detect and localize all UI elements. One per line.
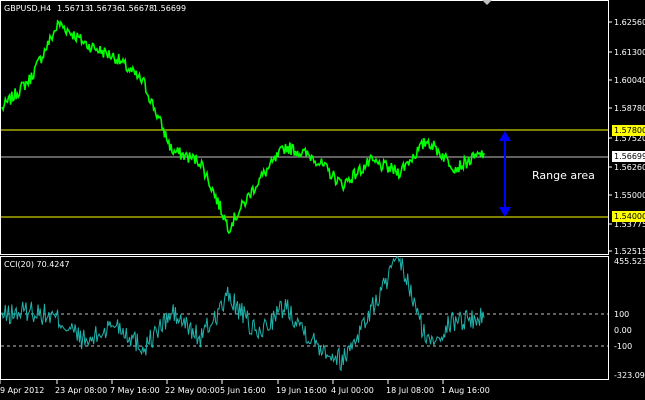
time-tick: 19 Jun 16:00: [276, 386, 327, 395]
cci-tick: 455.5233: [614, 257, 645, 266]
cci-tick: 0.00: [614, 326, 632, 335]
price-tick: 1.62560: [614, 18, 645, 27]
ohlc-low: 1.56678: [121, 4, 154, 13]
price-tick: 1.60040: [614, 76, 645, 85]
ohlc-close: 1.56699: [153, 4, 186, 13]
price-tick: 1.61300: [614, 48, 645, 57]
symbol-label: GBPUSD,H4: [4, 4, 51, 13]
price-tick: 1.52515: [614, 247, 645, 256]
time-axis: 9 Apr 2012 23 Apr 08:00 7 May 16:00 22 M…: [0, 380, 490, 395]
chart-canvas[interactable]: GBPUSD,H4 1.56713 1.56736 1.56678 1.5669…: [0, 0, 645, 400]
time-tick: 18 Jul 08:00: [386, 386, 434, 395]
cci-tick: -100: [614, 342, 632, 351]
cci-panel[interactable]: [0, 256, 609, 380]
current-price-text: 1.56699: [614, 152, 645, 161]
time-tick: 23 Apr 08:00: [55, 386, 107, 395]
time-tick: 9 Apr 2012: [0, 386, 44, 395]
price-tick: 1.55000: [614, 191, 645, 200]
price-panel[interactable]: [0, 0, 609, 255]
cci-tick: -323.096: [614, 371, 645, 380]
price-tick: 1.56260: [614, 163, 645, 172]
time-tick: 22 May 00:00: [165, 386, 220, 395]
time-tick: 1 Aug 16:00: [441, 386, 490, 395]
range-area-label: Range area: [532, 169, 595, 182]
resistance-price-text: 1.57800: [614, 126, 645, 135]
time-tick: 5 Jun 16:00: [220, 386, 266, 395]
trading-chart[interactable]: GBPUSD,H4 1.56713 1.56736 1.56678 1.5669…: [0, 0, 645, 400]
time-tick: 7 May 16:00: [110, 386, 160, 395]
cci-label: CCI(20) 70.4247: [4, 260, 70, 269]
cci-axis: 455.5233 100 0.00 -100 -323.096: [614, 257, 645, 380]
support-price-text: 1.54000: [614, 212, 645, 221]
price-tick: 1.58780: [614, 104, 645, 113]
time-tick: 4 Jul 00:00: [331, 386, 374, 395]
ohlc-high: 1.56736: [89, 4, 122, 13]
ohlc-open: 1.56713: [57, 4, 90, 13]
cci-tick: 100: [614, 310, 629, 319]
